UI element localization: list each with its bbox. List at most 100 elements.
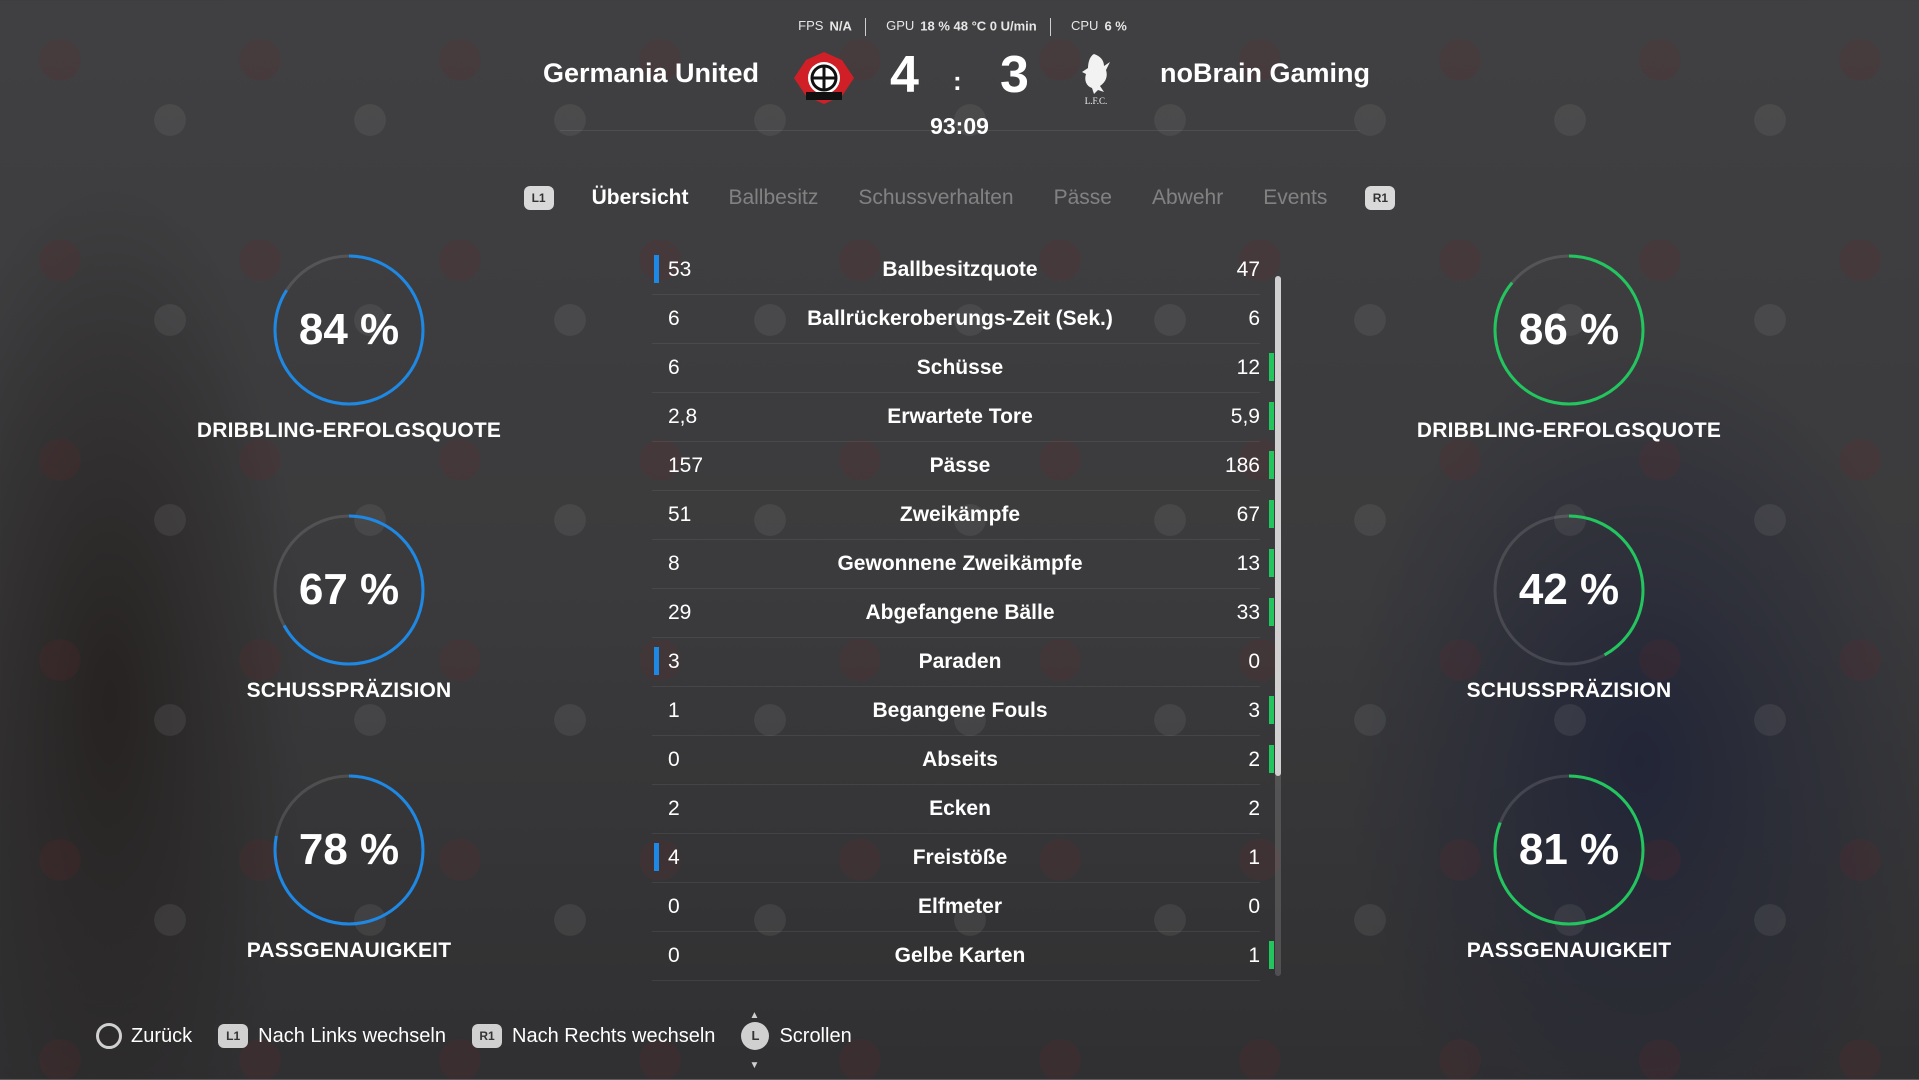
scrollbar-thumb[interactable] <box>1275 276 1281 776</box>
away-leader-bar <box>1269 500 1274 528</box>
away-ring-1: 42 % <box>1491 512 1647 668</box>
circle-button-icon <box>96 1023 122 1049</box>
away-stat-value: 47 <box>1236 258 1260 281</box>
switch-right-hint[interactable]: R1 Nach Rechts wechseln <box>472 1024 715 1048</box>
switch-left-hint[interactable]: L1 Nach Links wechseln <box>218 1024 446 1048</box>
stat-row: 2,8 Erwartete Tore 5,9 <box>652 393 1274 442</box>
away-ring-label: PASSGENAUIGKEIT <box>1466 939 1672 962</box>
away-stat-value: 5,9 <box>1230 405 1260 428</box>
gpu-label: GPU <box>886 18 915 34</box>
away-stat-value: 1 <box>1248 846 1260 869</box>
divider <box>865 18 867 36</box>
away-leader-bar <box>1269 745 1274 773</box>
stat-name: Gewonnene Zweikämpfe <box>837 552 1083 575</box>
tab-0[interactable]: Übersicht <box>592 186 689 210</box>
stat-name: Schüsse <box>916 356 1004 379</box>
away-stat-value: 13 <box>1236 552 1260 575</box>
gpu-value: 18 % 48 °C 0 U/min <box>920 18 1037 34</box>
away-leader-bar <box>1269 941 1274 969</box>
scroll-hint[interactable]: L Scrollen <box>741 1002 852 1080</box>
tab-1[interactable]: Ballbesitz <box>728 186 818 210</box>
away-stat-value: 186 <box>1224 454 1260 477</box>
away-score: 3 <box>1000 46 1029 104</box>
stat-row: 2 Ecken 2 <box>652 785 1260 834</box>
scrollbar[interactable] <box>1275 276 1281 976</box>
stat-row: 1 Begangene Fouls 3 <box>652 687 1274 736</box>
away-ring-2: 81 % <box>1491 772 1647 928</box>
home-ring-label: DRIBBLING-ERFOLGSQUOTE <box>196 419 502 442</box>
r1-button-icon[interactable]: R1 <box>1365 186 1396 210</box>
away-stat-value: 0 <box>1248 895 1260 918</box>
scroll-label: Scrollen <box>779 1024 852 1047</box>
home-ring-label: SCHUSSPRÄZISION <box>246 679 452 702</box>
stat-row: 53 Ballbesitzquote 47 <box>652 246 1260 295</box>
stat-row: 3 Paraden 0 <box>652 638 1260 687</box>
away-leader-bar <box>1269 549 1274 577</box>
fps-label: FPS <box>798 18 824 34</box>
away-ring-label: SCHUSSPRÄZISION <box>1466 679 1672 702</box>
stat-name: Ecken <box>929 797 991 820</box>
away-ring-0: 86 % <box>1491 252 1647 408</box>
bayer-leverkusen-crest-icon <box>794 52 854 104</box>
stat-name: Abgefangene Bälle <box>865 601 1055 624</box>
home-ring-value: 67 % <box>298 565 400 614</box>
back-hint[interactable]: Zurück <box>96 1023 192 1049</box>
switch-right-label: Nach Rechts wechseln <box>512 1024 716 1047</box>
stat-name: Gelbe Karten <box>894 944 1026 967</box>
away-team-name: noBrain Gaming <box>1160 58 1371 88</box>
stat-name: Freistöße <box>912 846 1008 869</box>
away-crest-text: L.F.C. <box>1085 96 1108 106</box>
stat-name: Begangene Fouls <box>872 699 1048 722</box>
stat-row: 0 Abseits 2 <box>652 736 1274 785</box>
stats-tab-bar: L1 Übersicht Ballbesitz Schussverhalten Päs… <box>0 186 1919 210</box>
stat-name: Elfmeter <box>917 895 1003 918</box>
away-leader-bar <box>1269 696 1274 724</box>
stat-row: 8 Gewonnene Zweikämpfe 13 <box>652 540 1274 589</box>
l1-button-icon: L1 <box>218 1024 249 1048</box>
match-clock: 93:09 <box>930 113 989 139</box>
stat-row: 29 Abgefangene Bälle 33 <box>652 589 1274 638</box>
away-stat-value: 3 <box>1248 699 1260 722</box>
away-ring-label: DRIBBLING-ERFOLGSQUOTE <box>1416 419 1722 442</box>
back-label: Zurück <box>131 1024 193 1047</box>
l1-button-icon[interactable]: L1 <box>523 186 554 210</box>
switch-left-label: Nach Links wechseln <box>258 1024 446 1047</box>
tab-list: Übersicht Ballbesitz Schussverhalten Pässe A… <box>572 186 1348 210</box>
tab-4[interactable]: Abwehr <box>1152 186 1223 210</box>
header-divider <box>560 130 1360 131</box>
divider <box>1050 18 1052 36</box>
stat-row: 4 Freistöße 1 <box>652 834 1260 883</box>
away-stat-value: 2 <box>1248 748 1260 771</box>
performance-overlay: FPS N/A GPU 18 % 48 °C 0 U/min CPU 6 % <box>0 18 1919 36</box>
away-ring-value: 86 % <box>1518 305 1620 354</box>
stat-name: Ballbesitzquote <box>882 258 1038 281</box>
stat-name: Zweikämpfe <box>899 503 1021 526</box>
button-hints: Zurück L1 Nach Links wechseln R1 Nach Re… <box>96 1002 878 1080</box>
stat-row: 0 Gelbe Karten 1 <box>652 932 1274 981</box>
tab-5[interactable]: Events <box>1263 186 1327 210</box>
stat-name: Abseits <box>922 748 998 771</box>
stat-name: Paraden <box>918 650 1002 673</box>
fps-value: N/A <box>829 18 852 34</box>
home-team-name: Germania United <box>542 58 759 88</box>
home-ring-1: 67 % <box>271 512 427 668</box>
home-ring-value: 84 % <box>298 305 400 354</box>
stat-row: 6 Ballrückeroberungs-Zeit (Sek.) 6 <box>652 295 1260 344</box>
stats-table: 53 Ballbesitzquote 47 6 Ballrückeroberungs-Z… <box>652 246 1274 981</box>
liverpool-liverbird-crest-icon: L.F.C. <box>1082 54 1110 106</box>
away-ring-value: 42 % <box>1518 565 1620 614</box>
away-stat-value: 0 <box>1248 650 1260 673</box>
away-stat-value: 2 <box>1248 797 1260 820</box>
away-stat-value: 6 <box>1248 307 1260 330</box>
away-leader-bar <box>1269 353 1274 381</box>
left-stick-icon: L <box>741 1002 770 1080</box>
home-ring-label: PASSGENAUIGKEIT <box>246 939 452 962</box>
tab-3[interactable]: Pässe <box>1054 186 1112 210</box>
away-stat-value: 1 <box>1248 944 1260 967</box>
stat-row: 6 Schüsse 12 <box>652 344 1274 393</box>
r1-button-icon: R1 <box>472 1024 502 1048</box>
tab-2[interactable]: Schussverhalten <box>858 186 1013 210</box>
cpu-label: CPU <box>1070 18 1099 34</box>
away-leader-bar <box>1269 451 1274 479</box>
away-stat-value: 33 <box>1236 601 1260 624</box>
